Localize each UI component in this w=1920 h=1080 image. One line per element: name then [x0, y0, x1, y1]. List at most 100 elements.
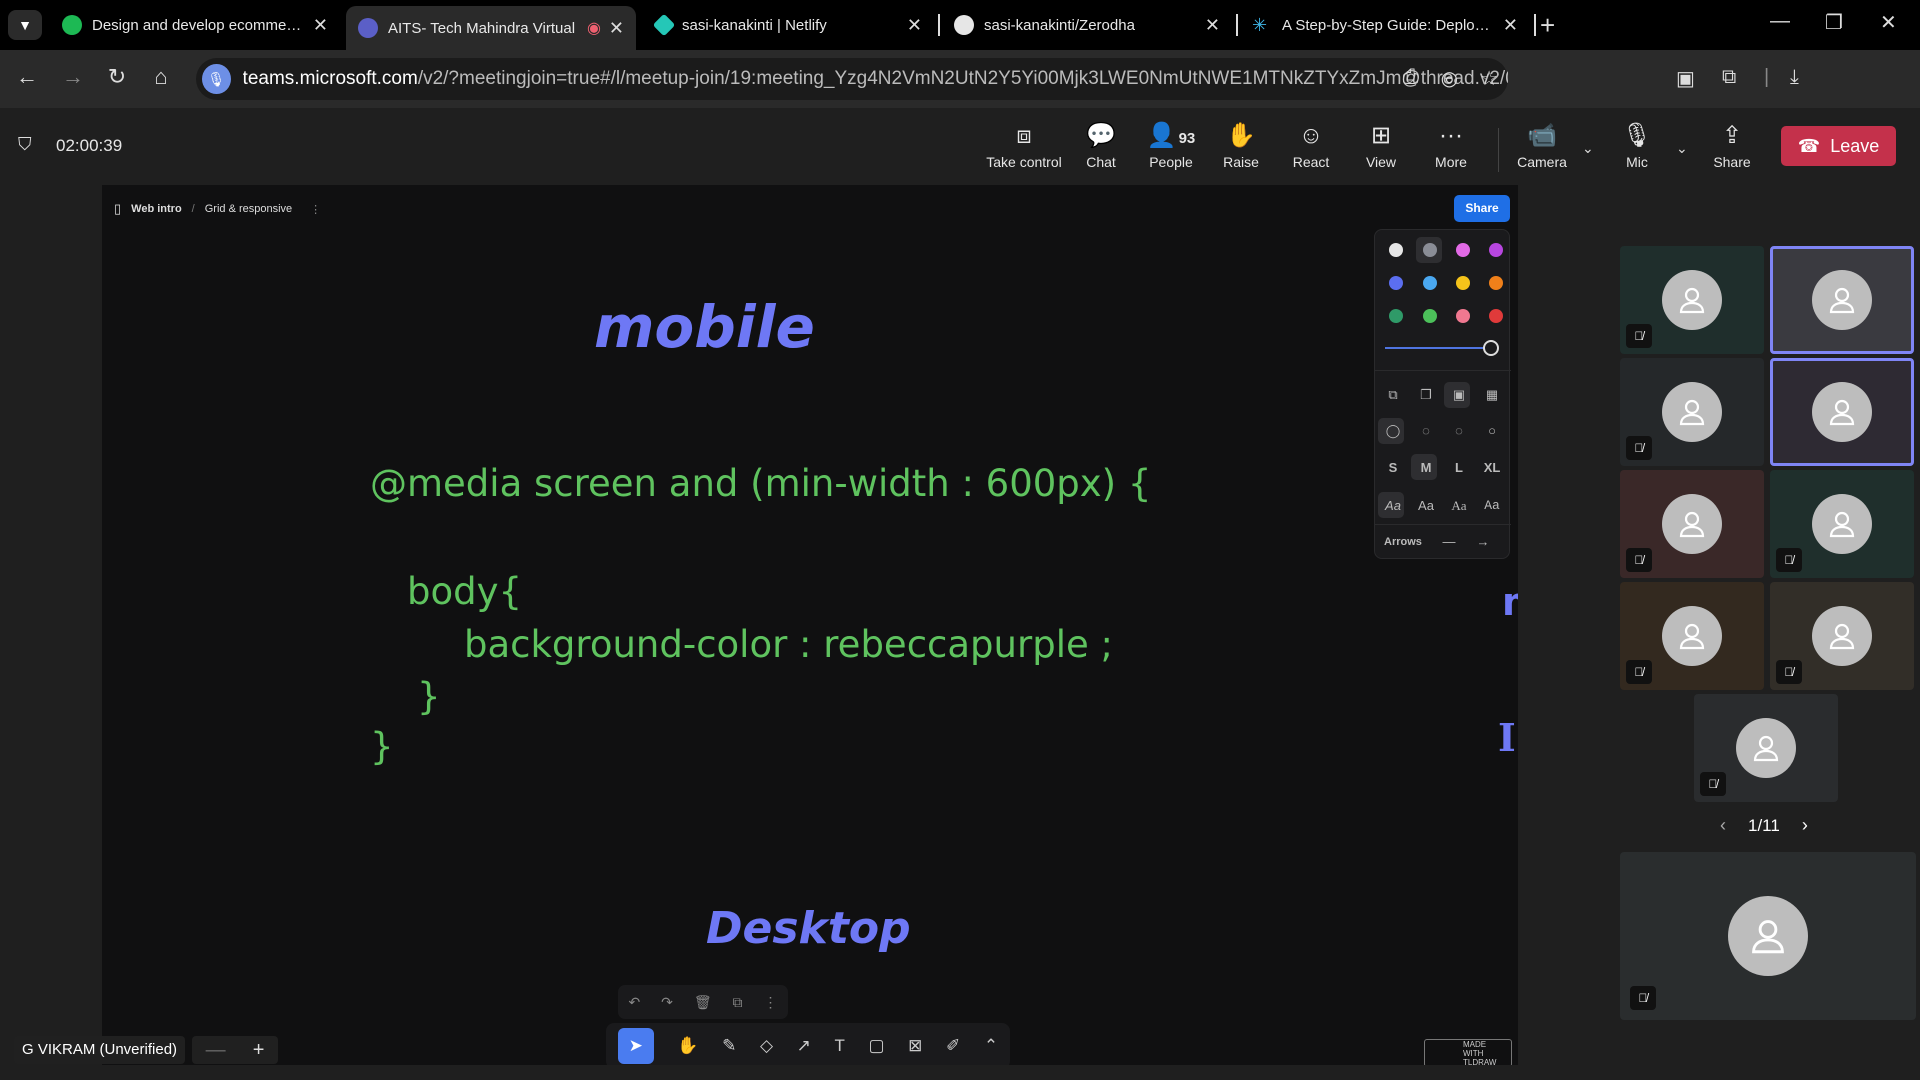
- dash-dashed-icon[interactable]: ◌: [1412, 423, 1440, 438]
- close-icon[interactable]: ✕: [907, 15, 922, 36]
- participant-tile[interactable]: 🎙̸: [1770, 470, 1914, 578]
- color-light-red[interactable]: [1456, 309, 1470, 323]
- delete-icon[interactable]: 🗑: [694, 994, 712, 1011]
- size-l[interactable]: L: [1445, 460, 1473, 475]
- participant-tile-speaking[interactable]: [1770, 358, 1914, 466]
- participant-tile[interactable]: 🎙̸: [1620, 582, 1764, 690]
- fill-semi-icon[interactable]: ❐: [1412, 387, 1440, 403]
- camera-options-chevron-icon[interactable]: ⌄: [1582, 140, 1594, 157]
- color-light-green[interactable]: [1423, 309, 1437, 323]
- more-actions-icon[interactable]: ⋮: [763, 994, 777, 1011]
- close-icon[interactable]: ✕: [313, 15, 328, 36]
- more-button[interactable]: ··· More: [1411, 120, 1491, 170]
- font-mono[interactable]: Aa: [1478, 498, 1506, 513]
- sidebar-toggle-icon[interactable]: ▯: [114, 201, 121, 217]
- browser-tab-2-active[interactable]: AITS- Tech Mahindra Virtual ◉ ✕: [346, 6, 636, 50]
- chat-button[interactable]: 💬 Chat: [1061, 120, 1141, 170]
- dash-dotted-icon[interactable]: ◌: [1445, 423, 1473, 438]
- zoom-in-icon[interactable]: +: [253, 1039, 265, 1062]
- made-with-tldraw-badge[interactable]: MADE WITH TLDRAW: [1424, 1039, 1512, 1065]
- install-app-icon[interactable]: ⎙: [1403, 66, 1419, 91]
- dash-solid-icon[interactable]: ○: [1478, 423, 1506, 438]
- window-close-icon[interactable]: ✕: [1880, 10, 1897, 35]
- redo-icon[interactable]: ↷: [661, 994, 673, 1011]
- participant-tile[interactable]: 🎙̸: [1694, 694, 1838, 802]
- zoom-out-icon[interactable]: —: [206, 1039, 226, 1062]
- desktop-heading[interactable]: Desktop: [706, 903, 911, 954]
- code-line-4[interactable]: }: [417, 675, 441, 718]
- color-grey[interactable]: [1423, 243, 1437, 257]
- arrowhead-end-icon[interactable]: →: [1469, 534, 1497, 549]
- browser-tab-4[interactable]: sasi-kanakinti/Zerodha ✕: [942, 6, 1232, 44]
- close-icon[interactable]: ✕: [609, 18, 624, 39]
- participant-tile[interactable]: 🎙̸: [1620, 470, 1764, 578]
- view-button[interactable]: ⊞ View: [1341, 120, 1421, 170]
- size-m[interactable]: M: [1412, 460, 1440, 475]
- forward-icon[interactable]: →: [58, 64, 88, 90]
- puzzle-extensions-icon[interactable]: ⧉: [1722, 66, 1736, 89]
- take-control-button[interactable]: ⧈ Take control: [984, 120, 1064, 170]
- leave-button[interactable]: ☎ Leave: [1781, 126, 1896, 166]
- code-line-2[interactable]: body{: [407, 570, 522, 613]
- fill-none-icon[interactable]: ⧉: [1379, 387, 1407, 403]
- chevron-right-icon[interactable]: ›: [1802, 815, 1808, 836]
- color-orange[interactable]: [1489, 276, 1503, 290]
- tab-search-button[interactable]: ▼: [8, 10, 42, 40]
- people-button[interactable]: 👤 93 People: [1131, 120, 1211, 170]
- chevron-left-icon[interactable]: ‹: [1720, 815, 1726, 836]
- code-line-1[interactable]: @media screen and (min-width : 600px) {: [370, 462, 1151, 505]
- breadcrumb-sub[interactable]: Grid & responsive: [205, 203, 292, 215]
- share-screen-button[interactable]: ⇪ Share: [1692, 120, 1772, 170]
- opacity-slider-knob[interactable]: [1483, 340, 1499, 356]
- whiteboard-canvas[interactable]: ▯ Web intro / Grid & responsive ⋮ Share: [102, 185, 1518, 1065]
- camera-button[interactable]: 📹 Camera: [1502, 120, 1582, 170]
- text-tool-icon[interactable]: T: [835, 1036, 845, 1056]
- note-tool-icon[interactable]: ▢: [869, 1036, 885, 1056]
- size-xl[interactable]: XL: [1478, 460, 1506, 475]
- font-serif[interactable]: Aa: [1445, 498, 1473, 514]
- dash-draw-icon[interactable]: ◯: [1379, 423, 1407, 439]
- draw-tool-icon[interactable]: ✎: [722, 1036, 736, 1056]
- opacity-slider-track[interactable]: [1385, 347, 1489, 349]
- browser-tab-3[interactable]: sasi-kanakinti | Netlify ✕: [644, 6, 934, 44]
- browser-tab-1[interactable]: Design and develop ecommerce ✕: [50, 6, 340, 44]
- color-red[interactable]: [1489, 309, 1503, 323]
- minimize-icon[interactable]: —: [1770, 10, 1790, 33]
- offscreen-text-2[interactable]: I: [1498, 715, 1516, 760]
- new-tab-button[interactable]: +: [1540, 10, 1555, 40]
- undo-icon[interactable]: ↶: [628, 994, 640, 1011]
- download-icon[interactable]: ⤓: [1790, 66, 1799, 89]
- participant-tile[interactable]: 🎙̸: [1770, 582, 1914, 690]
- highlighter-tool-icon[interactable]: ✐: [946, 1036, 960, 1056]
- tldraw-share-button[interactable]: Share: [1454, 195, 1510, 222]
- microphone-icon[interactable]: 🎙: [202, 64, 231, 94]
- raise-hand-button[interactable]: ✋ Raise: [1201, 120, 1281, 170]
- hand-tool-icon[interactable]: ✋: [677, 1036, 698, 1056]
- participant-tile[interactable]: 🎙̸: [1620, 358, 1764, 466]
- restore-icon[interactable]: ❐: [1825, 10, 1843, 35]
- react-button[interactable]: ☺ React: [1271, 120, 1351, 170]
- offscreen-text-1[interactable]: m: [1502, 580, 1518, 624]
- color-green[interactable]: [1389, 309, 1403, 323]
- bookmark-star-icon[interactable]: ☆: [1480, 66, 1498, 91]
- code-line-3[interactable]: background-color : rebeccapurple ;: [464, 623, 1113, 666]
- fill-pattern-icon[interactable]: ▦: [1478, 387, 1506, 403]
- color-light-blue[interactable]: [1423, 276, 1437, 290]
- extension-app-icon[interactable]: ▣: [1676, 66, 1695, 91]
- code-line-5[interactable]: }: [370, 725, 394, 768]
- mobile-heading[interactable]: mobile: [594, 293, 815, 361]
- duplicate-icon[interactable]: ⧉: [733, 994, 743, 1011]
- font-draw[interactable]: Aa: [1379, 498, 1407, 513]
- participant-tile[interactable]: 🎙̸: [1620, 246, 1764, 354]
- mic-options-chevron-icon[interactable]: ⌄: [1676, 140, 1688, 157]
- color-white[interactable]: [1389, 243, 1403, 257]
- color-violet[interactable]: [1489, 243, 1503, 257]
- fill-solid-icon[interactable]: ▣: [1445, 387, 1473, 403]
- color-light-violet[interactable]: [1456, 243, 1470, 257]
- arrowhead-start-icon[interactable]: —: [1435, 534, 1463, 549]
- address-bar[interactable]: 🎙 teams.microsoft.com/v2/?meetingjoin=tr…: [196, 58, 1508, 100]
- eye-off-icon[interactable]: ◎: [1441, 66, 1458, 91]
- select-tool-icon[interactable]: ➤: [617, 1028, 654, 1064]
- close-icon[interactable]: ✕: [1503, 15, 1518, 36]
- back-icon[interactable]: ←: [12, 64, 42, 90]
